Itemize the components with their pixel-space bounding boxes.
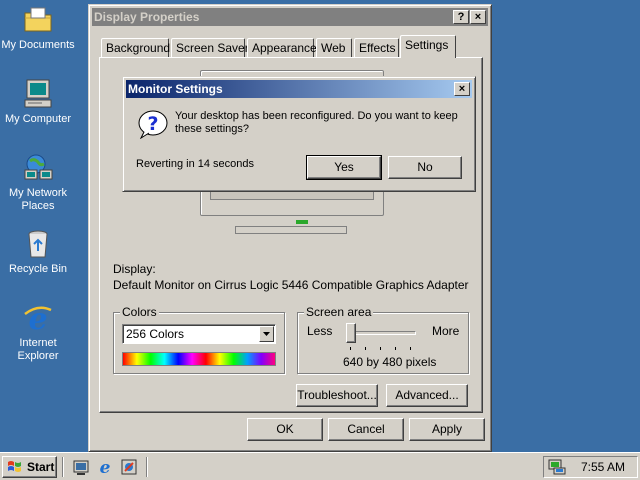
recycle-bin-icon <box>22 228 54 260</box>
colors-group-label: Colors <box>120 305 159 319</box>
tab-background[interactable]: Background <box>101 38 170 58</box>
taskbar-separator <box>146 457 148 477</box>
tab-appearance[interactable]: Appearance <box>247 38 317 58</box>
help-button[interactable]: ? <box>453 10 469 24</box>
slider-thumb[interactable] <box>346 323 356 343</box>
start-button[interactable]: Start <box>2 456 57 478</box>
desktop-icon-my-network-places[interactable]: My Network Places <box>0 152 76 213</box>
question-icon: ? <box>136 107 168 140</box>
desktop-icon-recycle-bin[interactable]: Recycle Bin <box>0 228 76 276</box>
channels-icon <box>121 459 137 475</box>
close-button[interactable]: × <box>470 10 486 24</box>
internet-explorer-icon: e <box>100 458 111 478</box>
system-tray: 7:55 AM <box>543 456 638 478</box>
desktop-icon-my-documents[interactable]: My Documents <box>0 4 76 52</box>
svg-text:e: e <box>100 458 111 476</box>
dialog-close-button[interactable]: × <box>454 82 470 96</box>
no-button[interactable]: No <box>388 156 462 179</box>
dialog-message-line1: Your desktop has been reconfigured. Do y… <box>175 110 458 122</box>
monitor-settings-dialog: Monitor Settings × ? Your desktop has be… <box>122 76 476 192</box>
computer-icon <box>22 78 54 110</box>
tab-screen-saver[interactable]: Screen Saver <box>171 38 249 58</box>
taskbar: Start e 7:55 AM <box>0 452 640 480</box>
close-icon: × <box>458 83 466 95</box>
dialog-titlebar[interactable]: Monitor Settings × <box>126 80 472 98</box>
screen-area-group: Screen area Less More 640 by 480 pixels <box>297 305 469 374</box>
desktop-icon-label: My Network <box>8 187 68 199</box>
colors-dropdown-value: 256 Colors <box>126 327 185 341</box>
window-title: Display Properties <box>94 10 200 24</box>
display-adapter-name: Default Monitor on Cirrus Logic 5446 Com… <box>113 278 469 292</box>
cancel-button[interactable]: Cancel <box>328 418 404 441</box>
windows-logo-icon <box>8 461 21 472</box>
desktop-icon-my-computer[interactable]: My Computer <box>0 78 76 126</box>
display-settings-tray-icon[interactable] <box>548 459 566 475</box>
revert-countdown: Reverting in 14 seconds <box>136 158 255 170</box>
window-titlebar[interactable]: Display Properties ? × <box>92 8 488 26</box>
ok-button[interactable]: OK <box>247 418 323 441</box>
tab-effects[interactable]: Effects <box>354 38 399 58</box>
desktop-icon-label: My Computer <box>4 113 72 125</box>
slider-track <box>346 331 416 335</box>
tab-settings[interactable]: Settings <box>400 35 456 58</box>
color-spectrum-bar <box>122 352 276 366</box>
desktop-icon-internet-explorer[interactable]: e Internet Explorer <box>0 302 76 363</box>
svg-text:?: ? <box>147 113 158 135</box>
colors-dropdown[interactable]: 256 Colors <box>122 324 276 344</box>
internet-explorer-icon: e <box>22 302 54 337</box>
display-properties-window: Display Properties ? × Background Screen… <box>88 4 492 452</box>
quick-launch-internet-explorer[interactable]: e <box>96 458 114 478</box>
clock[interactable]: 7:55 AM <box>581 460 625 474</box>
close-icon: × <box>474 11 482 23</box>
desktop-icon <box>73 460 89 475</box>
troubleshoot-button[interactable]: Troubleshoot... <box>296 384 378 407</box>
slider-more-label: More <box>432 324 460 338</box>
quick-launch-channels[interactable] <box>120 458 138 476</box>
desktop-icon-label: My Documents <box>1 39 75 51</box>
apply-button[interactable]: Apply <box>409 418 485 441</box>
quick-launch-show-desktop[interactable] <box>72 458 90 476</box>
monitor-icon <box>548 459 566 475</box>
taskbar-separator <box>62 457 64 477</box>
tab-web[interactable]: Web <box>316 38 352 58</box>
folder-icon <box>22 4 54 36</box>
help-icon: ? <box>457 11 465 23</box>
desktop-icon-label: Internet <box>19 337 57 349</box>
display-label: Display: <box>113 262 156 276</box>
slider-ticks <box>350 347 412 351</box>
desktop-icon-label: Recycle Bin <box>8 263 68 275</box>
colors-group: Colors 256 Colors <box>113 305 285 374</box>
dialog-message-line2: these settings? <box>175 123 249 135</box>
slider-less-label: Less <box>307 324 333 338</box>
advanced-button[interactable]: Advanced... <box>386 384 468 407</box>
chevron-down-icon <box>263 332 270 336</box>
network-icon <box>22 152 54 184</box>
screen-area-value: 640 by 480 pixels <box>343 355 437 369</box>
yes-button[interactable]: Yes <box>306 155 382 180</box>
desktop-icon-label: Places <box>21 200 55 212</box>
screen-area-group-label: Screen area <box>304 305 374 319</box>
desktop-icon-label: Explorer <box>17 350 59 362</box>
dialog-title: Monitor Settings <box>128 82 223 96</box>
dropdown-button[interactable] <box>259 326 274 342</box>
